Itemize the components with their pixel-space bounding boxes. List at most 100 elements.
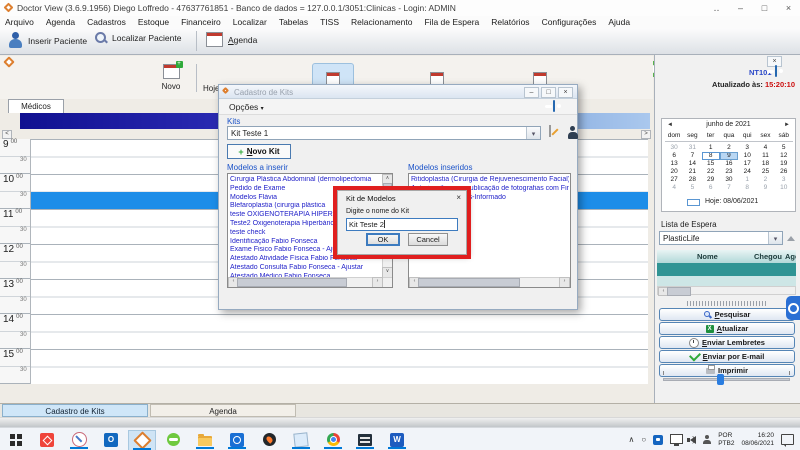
localizar-paciente-button[interactable]: Localizar Paciente xyxy=(95,32,181,44)
menu-item[interactable]: Fila de Espera xyxy=(424,17,479,27)
scroll-columns-left-button[interactable] xyxy=(2,130,12,139)
menu-item[interactable]: Arquivo xyxy=(5,17,34,27)
calendar-day[interactable]: 28 xyxy=(683,176,701,184)
zoom-slider-track[interactable] xyxy=(663,378,790,381)
calendar-day[interactable]: 11 xyxy=(756,152,774,160)
minimize-button[interactable] xyxy=(733,2,748,14)
right-list-hscrollbar[interactable] xyxy=(409,277,570,287)
taskbar-chrome[interactable] xyxy=(320,430,346,449)
calendar-day[interactable]: 16 xyxy=(720,160,738,168)
chevron-down-icon[interactable] xyxy=(526,127,540,139)
calendar-day[interactable]: 25 xyxy=(756,168,774,176)
hscroll-thumb[interactable] xyxy=(237,278,347,287)
kits-contact-card-icon[interactable] xyxy=(553,100,555,112)
calendar-day[interactable]: 26 xyxy=(775,168,793,176)
edit-kit-icon[interactable] xyxy=(549,125,551,137)
calendar-day[interactable]: 29 xyxy=(702,176,720,184)
taskbar-capture-app[interactable] xyxy=(66,430,92,449)
menu-item[interactable]: TISS xyxy=(320,17,339,27)
network-icon[interactable] xyxy=(670,434,683,444)
taskbar-green-app[interactable] xyxy=(160,430,186,449)
left-list-hscrollbar[interactable] xyxy=(228,277,392,287)
clinic-select[interactable]: PlasticLife xyxy=(659,231,783,245)
tab-cadastro-de-kits[interactable]: Cadastro de Kits xyxy=(2,404,148,417)
calendar-day[interactable]: 19 xyxy=(775,160,793,168)
calendar-day[interactable]: 17 xyxy=(738,160,756,168)
calendar-day[interactable]: 6 xyxy=(702,184,720,192)
calendar-day[interactable]: 3 xyxy=(738,144,756,152)
taskbar-teamviewer[interactable] xyxy=(224,430,250,449)
hscroll-thumb[interactable] xyxy=(418,278,520,287)
scroll-right-icon[interactable] xyxy=(372,277,383,288)
chevron-down-icon[interactable] xyxy=(768,232,782,244)
calendar-day[interactable]: 10 xyxy=(775,184,793,192)
taskbar-notes-app[interactable] xyxy=(288,430,314,449)
calendar-day[interactable]: 7 xyxy=(720,184,738,192)
panel-collapse-arrow-icon[interactable] xyxy=(787,236,795,241)
menu-item[interactable]: Tabelas xyxy=(279,17,308,27)
menu-item[interactable]: Cadastros xyxy=(87,17,126,27)
panel-splitter[interactable] xyxy=(687,301,767,306)
kit-select[interactable]: Kit Teste 1 xyxy=(227,126,541,140)
calendar-day[interactable]: 9 xyxy=(756,184,774,192)
novo-button[interactable]: Novo xyxy=(150,64,192,91)
scroll-right-icon[interactable] xyxy=(559,277,570,288)
calendar-day[interactable]: 18 xyxy=(756,160,774,168)
teamviewer-floater[interactable] xyxy=(786,296,800,320)
calendar-day[interactable]: 22 xyxy=(702,168,720,176)
list-item[interactable]: Ritidoplastia (Cirurgia de Rejuvenescime… xyxy=(411,176,569,185)
hidden-icons-chevron[interactable] xyxy=(628,435,634,444)
calendar-day[interactable]: 8 xyxy=(738,184,756,192)
menu-item[interactable]: Relatórios xyxy=(491,17,529,27)
calendar-day[interactable]: 12 xyxy=(775,152,793,160)
taskbar-word[interactable] xyxy=(384,430,410,449)
hscroll-thumb[interactable] xyxy=(667,287,691,296)
calendar-day[interactable]: 5 xyxy=(775,144,793,152)
cancel-button[interactable]: Cancel xyxy=(408,233,448,246)
waitlist-row[interactable] xyxy=(657,263,796,276)
calendar-day[interactable]: 21 xyxy=(683,168,701,176)
atualizar-button[interactable]: Atualizar xyxy=(659,322,795,335)
close-button[interactable] xyxy=(781,2,796,14)
calendar-day[interactable]: 3 xyxy=(775,176,793,184)
list-item[interactable]: Atestado Consulta Fabio Fonseca - Ajusta… xyxy=(230,264,382,273)
taskbar-doctor-view[interactable] xyxy=(128,430,156,450)
imprimir-button[interactable]: Imprimir xyxy=(659,364,795,377)
menu-item[interactable]: Localizar xyxy=(233,17,267,27)
kit-name-input[interactable]: Kit Teste 2 xyxy=(346,218,458,231)
calendar-next-button[interactable] xyxy=(784,122,790,128)
calendar-day[interactable]: 1 xyxy=(738,176,756,184)
waitlist-hscrollbar[interactable] xyxy=(657,286,796,295)
calendar-day[interactable]: 10 xyxy=(738,152,756,160)
menu-item[interactable]: Financeiro xyxy=(181,17,221,27)
volume-icon[interactable] xyxy=(690,436,696,444)
tray-circle-icon[interactable] xyxy=(641,435,646,444)
tab-agenda[interactable]: Agenda xyxy=(150,404,296,417)
action-center-icon[interactable] xyxy=(781,434,794,445)
list-item[interactable]: Cirurgia Plástica Abdominal (dermolipect… xyxy=(230,176,382,185)
enviar-lembretes-button[interactable]: Enviar Lembretes xyxy=(659,336,795,349)
people-icon[interactable] xyxy=(703,435,711,445)
calendar-day[interactable]: 5 xyxy=(683,184,701,192)
language-indicator[interactable]: POR PTB2 xyxy=(718,432,734,448)
tab-medicos[interactable]: Médicos xyxy=(8,99,64,113)
calendar-day[interactable]: 9 xyxy=(720,152,738,160)
calendar-day[interactable]: 7 xyxy=(683,152,701,160)
calendar-day[interactable]: 30 xyxy=(720,176,738,184)
hoje-button[interactable]: Hoje xyxy=(203,84,219,93)
calendar-day[interactable]: 23 xyxy=(720,168,738,176)
taskbar-outlook[interactable] xyxy=(98,430,124,449)
calendar-day[interactable]: 30 xyxy=(665,144,683,152)
calendar-day[interactable]: 13 xyxy=(665,160,683,168)
agenda-button[interactable]: Agenda xyxy=(206,32,257,47)
calendar-day[interactable]: 1 xyxy=(702,144,720,152)
enviar-email-button[interactable]: Enviar por E-mail xyxy=(659,350,795,363)
scroll-columns-right-button[interactable] xyxy=(641,130,651,139)
inserir-paciente-button[interactable]: Inserir Paciente xyxy=(8,32,87,49)
list-item[interactable]: Atestado Atividade Física Fabio Fonseca xyxy=(230,255,382,264)
novo-kit-button[interactable]: Novo Kit xyxy=(227,144,291,159)
ok-button[interactable]: OK xyxy=(366,233,400,246)
kits-maximize-button[interactable] xyxy=(541,87,556,98)
calendar-day[interactable]: 2 xyxy=(756,176,774,184)
zoom-slider-thumb[interactable] xyxy=(717,374,724,385)
